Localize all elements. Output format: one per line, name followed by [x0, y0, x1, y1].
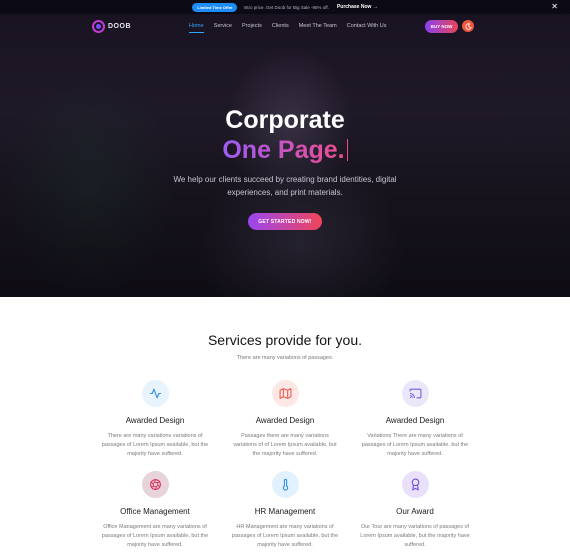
moon-icon — [464, 22, 472, 30]
nav-item-projects[interactable]: Projects — [242, 23, 262, 33]
service-card-title: Awarded Design — [255, 416, 315, 425]
service-card-desc: There are many variations variations of … — [101, 433, 209, 457]
service-card-title: Office Management — [120, 507, 190, 516]
thermometer-icon — [271, 471, 299, 498]
activity-icon — [141, 380, 169, 407]
service-card[interactable]: Awarded Design Variations There are many… — [350, 380, 480, 459]
hero-title-gradient-text: One Page. — [222, 136, 345, 164]
services-subtitle: There are many variations of passages. — [236, 355, 334, 361]
logo-mark-icon — [92, 20, 105, 33]
aperture-icon — [141, 471, 169, 498]
service-card-title: Awarded Design — [125, 416, 185, 425]
service-card[interactable]: Our Award Our Tour are many variations o… — [350, 471, 480, 550]
purchase-now-link[interactable]: Purchase Now → — [337, 4, 378, 10]
logo[interactable]: DOOB — [92, 20, 131, 33]
announcement-bar: Limited Time Offer Intro price. Get Doob… — [0, 0, 570, 14]
theme-toggle-button[interactable] — [462, 20, 474, 32]
nav-item-home[interactable]: Home — [189, 23, 204, 33]
service-card[interactable]: Office Management Office Management are … — [90, 471, 220, 550]
service-card[interactable]: HR Management HR Management are many var… — [220, 471, 350, 550]
logo-text: DOOB — [108, 23, 131, 30]
nav-item-contact[interactable]: Contact With Us — [347, 23, 387, 33]
service-card-title: HR Management — [254, 507, 316, 516]
service-card-desc: HR Management are many variations of pas… — [231, 524, 339, 548]
service-card-desc: Office Management are many variations of… — [101, 524, 209, 548]
hero-title-line-2: One Page. — [0, 136, 570, 165]
cast-icon — [401, 380, 429, 407]
service-card[interactable]: Awarded Design There are many variations… — [90, 380, 220, 459]
typing-caret — [346, 139, 348, 161]
service-card-desc: Variations There are many variations of … — [361, 433, 469, 457]
nav-item-clients[interactable]: Clients — [272, 23, 289, 33]
nav-menu: Home Service Projects Clients Meet The T… — [189, 23, 396, 33]
service-card-desc: Passages there are many variations varia… — [233, 433, 337, 457]
service-card-title: Awarded Design — [385, 416, 445, 425]
nav-item-meet-the-team[interactable]: Meet The Team — [299, 23, 337, 33]
award-icon — [401, 471, 429, 498]
map-icon — [271, 380, 299, 407]
offer-badge: Limited Time Offer — [192, 2, 238, 12]
service-card-title: Our Award — [396, 507, 434, 516]
buy-now-button[interactable]: BUY NOW — [425, 20, 458, 33]
close-icon[interactable]: ✕ — [551, 2, 558, 12]
service-card-desc: Our Tour are many variations of passages… — [360, 524, 470, 548]
hero-title-line-1: Corporate — [225, 106, 345, 134]
services-title: Services provide for you. — [207, 332, 363, 348]
main-nav: DOOB Home Service Projects Clients Meet … — [0, 14, 570, 40]
get-started-button[interactable]: GET STARTED NOW! — [248, 213, 322, 230]
hero-section: DOOB Home Service Projects Clients Meet … — [0, 14, 570, 297]
offer-text: Intro price. Get Doob for Big Sale -95% … — [243, 4, 329, 10]
nav-item-service[interactable]: Service — [214, 23, 232, 33]
arrow-right-icon: → — [372, 4, 378, 10]
hero-subtitle: We help our clients succeed by creating … — [173, 175, 397, 197]
service-card[interactable]: Awarded Design Passages there are many v… — [220, 380, 350, 459]
purchase-now-label: Purchase Now — [336, 4, 372, 10]
